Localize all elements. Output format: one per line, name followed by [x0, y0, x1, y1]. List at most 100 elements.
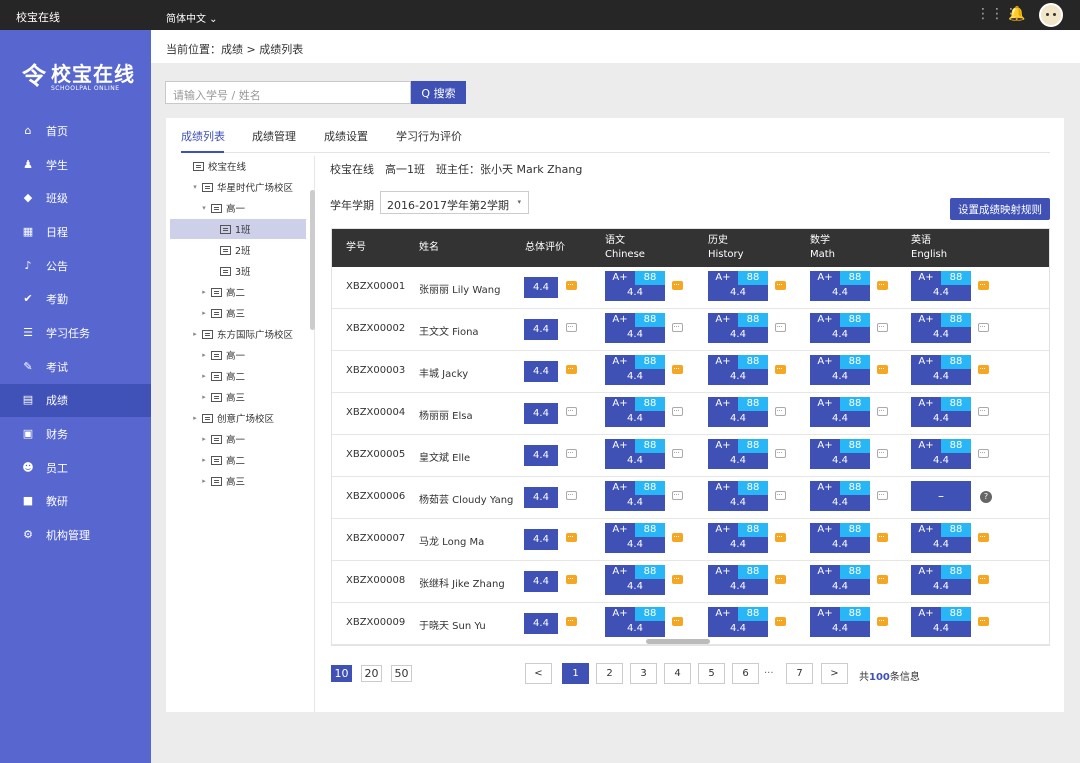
page-number-button[interactable]: 7 [786, 663, 813, 684]
sidebar-item-9[interactable]: ▣ 财务 [0, 417, 151, 451]
student-name[interactable]: 杨茹芸 Cloudy Yang [419, 491, 513, 506]
tab-grade-management[interactable]: 成绩管理 [252, 128, 296, 144]
comment-icon[interactable] [566, 533, 577, 542]
subject-score-cell[interactable]: A+ 88 4.4 [810, 313, 870, 343]
comment-icon[interactable] [566, 617, 577, 626]
comment-icon[interactable] [978, 533, 989, 542]
comment-icon[interactable] [672, 617, 683, 626]
sidebar-item-12[interactable]: ⚙ 机构管理 [0, 518, 151, 552]
tree-node[interactable]: 校宝在线 [170, 156, 306, 176]
subject-score-cell[interactable]: A+ 88 4.4 [605, 355, 665, 385]
sidebar-item-2[interactable]: ◆ 班级 [0, 181, 151, 215]
tree-scrollbar[interactable] [310, 190, 315, 330]
subject-score-cell[interactable]: A+ 88 4.4 [911, 271, 971, 301]
subject-score-cell[interactable]: A+ 88 4.4 [708, 523, 768, 553]
caret-right-icon[interactable]: ▸ [200, 435, 208, 443]
student-name[interactable]: 王文文 Fiona [419, 323, 479, 338]
subject-score-cell[interactable]: A+ 88 4.4 [810, 397, 870, 427]
subject-score-cell[interactable]: A+ 88 4.4 [605, 607, 665, 637]
subject-score-cell[interactable]: A+ 88 4.4 [708, 313, 768, 343]
tree-node[interactable]: ▸ 高二 [170, 366, 306, 386]
comment-icon[interactable] [978, 617, 989, 626]
overall-score[interactable]: 4.4 [524, 403, 558, 424]
comment-icon[interactable] [877, 575, 888, 584]
subject-score-cell[interactable]: A+ 88 4.4 [708, 565, 768, 595]
grade-mapping-button[interactable]: 设置成绩映射规则 [950, 198, 1050, 220]
subject-score-cell[interactable]: A+ 88 4.4 [708, 439, 768, 469]
tree-node[interactable]: ▸ 高三 [170, 387, 306, 407]
overall-score[interactable]: 4.4 [524, 613, 558, 634]
student-name[interactable]: 皇文斌 Elle [419, 449, 470, 464]
caret-right-icon[interactable]: ▸ [200, 456, 208, 464]
tree-node[interactable]: 3班 [170, 261, 306, 281]
overall-score[interactable]: 4.4 [524, 571, 558, 592]
subject-score-cell[interactable]: A+ 88 4.4 [605, 439, 665, 469]
comment-icon[interactable] [672, 281, 683, 290]
comment-icon[interactable] [978, 449, 989, 458]
tree-node[interactable]: ▸ 高三 [170, 471, 306, 491]
caret-right-icon[interactable]: ▸ [200, 309, 208, 317]
comment-icon[interactable] [775, 491, 786, 500]
comment-icon[interactable] [672, 449, 683, 458]
tree-node[interactable]: ▾ 华星时代广场校区 [170, 177, 306, 197]
tree-node[interactable]: 2班 [170, 240, 306, 260]
subject-score-cell[interactable]: A+ 88 4.4 [911, 355, 971, 385]
subject-score-cell[interactable]: A+ 88 4.4 [810, 607, 870, 637]
sidebar-item-6[interactable]: ☰ 学习任务 [0, 316, 151, 350]
subject-score-cell[interactable]: A+ 88 4.4 [708, 271, 768, 301]
comment-icon[interactable] [566, 365, 577, 374]
next-page-button[interactable]: > [821, 663, 848, 684]
tree-node[interactable]: 1班 [170, 219, 306, 239]
overall-score[interactable]: 4.4 [524, 319, 558, 340]
subject-score-cell[interactable]: A+ 88 4.4 [911, 607, 971, 637]
comment-icon[interactable] [672, 575, 683, 584]
comment-icon[interactable] [566, 323, 577, 332]
comment-icon[interactable] [877, 365, 888, 374]
comment-icon[interactable] [877, 449, 888, 458]
search-input[interactable]: 请输入学号 / 姓名 [165, 81, 411, 104]
comment-icon[interactable] [978, 365, 989, 374]
subject-score-cell[interactable]: A+ 88 4.4 [810, 565, 870, 595]
student-name[interactable]: 张丽丽 Lily Wang [419, 281, 500, 296]
page-size-option[interactable]: 50 [391, 665, 412, 682]
comment-icon[interactable] [978, 575, 989, 584]
comment-icon[interactable] [566, 281, 577, 290]
tree-node[interactable]: ▸ 高一 [170, 345, 306, 365]
caret-right-icon[interactable]: ▸ [200, 477, 208, 485]
sidebar-item-11[interactable]: ■ 教研 [0, 485, 151, 519]
comment-icon[interactable] [877, 407, 888, 416]
comment-icon[interactable] [978, 407, 989, 416]
help-icon[interactable]: ? [980, 491, 992, 503]
comment-icon[interactable] [877, 281, 888, 290]
tree-node[interactable]: ▸ 高三 [170, 303, 306, 323]
term-select[interactable]: 2016-2017学年第2学期 ▾ [380, 191, 529, 214]
overall-score[interactable]: 4.4 [524, 361, 558, 382]
student-name[interactable]: 张继科 Jike Zhang [419, 575, 505, 590]
comment-icon[interactable] [672, 407, 683, 416]
subject-score-cell[interactable]: A+ 88 4.4 [911, 439, 971, 469]
comment-icon[interactable] [775, 449, 786, 458]
caret-right-icon[interactable]: ▸ [200, 372, 208, 380]
subject-score-cell[interactable]: – [911, 481, 971, 511]
comment-icon[interactable] [775, 575, 786, 584]
page-number-button[interactable]: 1 [562, 663, 589, 684]
caret-right-icon[interactable]: ▸ [200, 288, 208, 296]
caret-right-icon[interactable]: ▸ [200, 393, 208, 401]
subject-score-cell[interactable]: A+ 88 4.4 [605, 523, 665, 553]
subject-score-cell[interactable]: A+ 88 4.4 [605, 271, 665, 301]
comment-icon[interactable] [978, 323, 989, 332]
sidebar-item-4[interactable]: ♪ 公告 [0, 249, 151, 283]
overall-score[interactable]: 4.4 [524, 445, 558, 466]
student-name[interactable]: 马龙 Long Ma [419, 533, 484, 548]
subject-score-cell[interactable]: A+ 88 4.4 [605, 565, 665, 595]
page-number-button[interactable]: 3 [630, 663, 657, 684]
comment-icon[interactable] [877, 533, 888, 542]
subject-score-cell[interactable]: A+ 88 4.4 [810, 355, 870, 385]
tab-grade-settings[interactable]: 成绩设置 [324, 128, 368, 144]
tree-node[interactable]: ▾ 高一 [170, 198, 306, 218]
comment-icon[interactable] [566, 575, 577, 584]
comment-icon[interactable] [566, 449, 577, 458]
caret-down-icon[interactable]: ▾ [200, 204, 208, 212]
subject-score-cell[interactable]: A+ 88 4.4 [911, 523, 971, 553]
comment-icon[interactable] [775, 323, 786, 332]
